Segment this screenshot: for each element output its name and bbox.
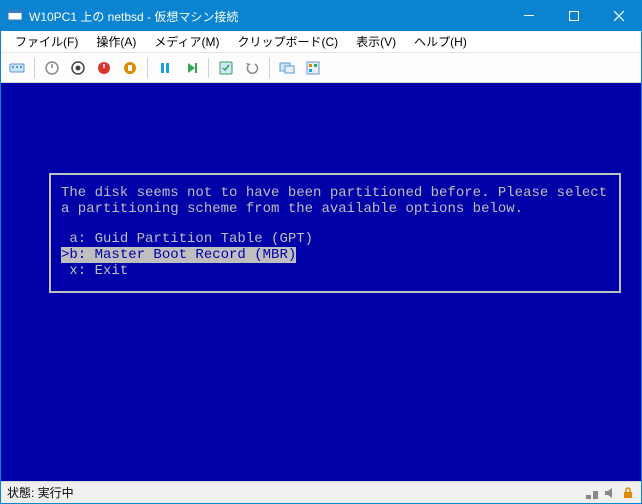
toolbar-separator: [147, 58, 148, 78]
statusbar: 状態: 実行中: [1, 481, 641, 503]
enhanced-session-button[interactable]: [275, 56, 299, 80]
speaker-icon: [603, 486, 617, 500]
start-button[interactable]: [40, 56, 64, 80]
close-button[interactable]: [596, 1, 641, 31]
ctrl-alt-del-button[interactable]: [5, 56, 29, 80]
lock-icon: [621, 486, 635, 500]
dialog-message-line2: a partitioning scheme from the available…: [61, 201, 609, 217]
revert-button[interactable]: [240, 56, 264, 80]
minimize-button[interactable]: [506, 1, 551, 31]
option-exit[interactable]: x: Exit: [61, 263, 609, 279]
app-icon: [7, 8, 23, 24]
menu-view[interactable]: 表示(V): [348, 31, 404, 52]
pause-button[interactable]: [153, 56, 177, 80]
window-title: W10PC1 上の netbsd - 仮想マシン接続: [29, 8, 506, 25]
option-mbr[interactable]: b: Master Boot Record (MBR): [61, 247, 296, 263]
menu-media[interactable]: メディア(M): [146, 31, 227, 52]
network-icon: [585, 486, 599, 500]
option-gpt[interactable]: a: Guid Partition Table (GPT): [61, 231, 609, 247]
menubar: ファイル(F) 操作(A) メディア(M) クリップボード(C) 表示(V) ヘ…: [1, 31, 641, 53]
turnoff-button[interactable]: [66, 56, 90, 80]
checkpoint-button[interactable]: [214, 56, 238, 80]
status-icons: [585, 486, 635, 500]
save-button[interactable]: [118, 56, 142, 80]
menu-clipboard[interactable]: クリップボード(C): [229, 31, 346, 52]
window-buttons: [506, 1, 641, 31]
maximize-button[interactable]: [551, 1, 596, 31]
toolbar: [1, 53, 641, 83]
dialog-options: a: Guid Partition Table (GPT) b: Master …: [61, 231, 609, 279]
shutdown-button[interactable]: [92, 56, 116, 80]
menu-help[interactable]: ヘルプ(H): [406, 31, 475, 52]
toolbar-separator: [208, 58, 209, 78]
installer-dialog: The disk seems not to have been partitio…: [49, 173, 621, 293]
reset-button[interactable]: [179, 56, 203, 80]
menu-action[interactable]: 操作(A): [88, 31, 144, 52]
share-button[interactable]: [301, 56, 325, 80]
titlebar: W10PC1 上の netbsd - 仮想マシン接続: [1, 1, 641, 31]
toolbar-separator: [269, 58, 270, 78]
toolbar-separator: [34, 58, 35, 78]
dialog-message-line1: The disk seems not to have been partitio…: [61, 185, 609, 201]
console-area[interactable]: The disk seems not to have been partitio…: [1, 83, 641, 481]
menu-file[interactable]: ファイル(F): [7, 31, 86, 52]
status-label: 状態: 実行中: [7, 484, 74, 501]
